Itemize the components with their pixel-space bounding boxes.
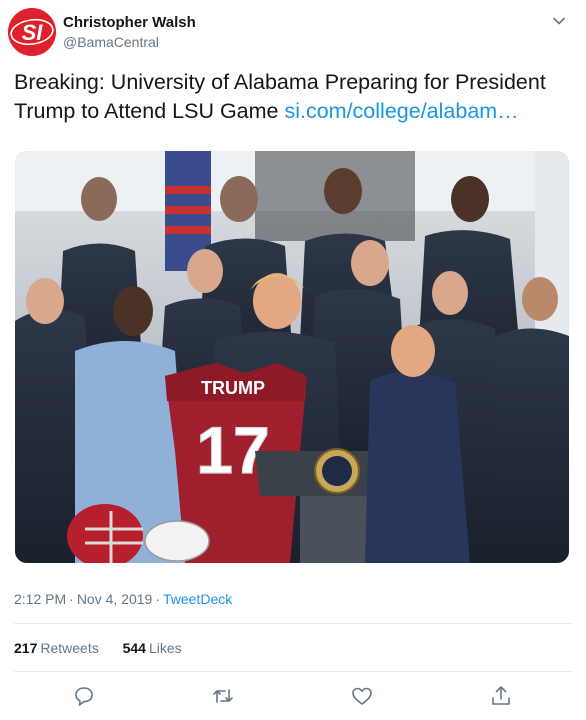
tweet-date[interactable]: Nov 4, 2019 bbox=[77, 591, 153, 607]
jersey-name-text: TRUMP bbox=[201, 378, 265, 398]
retweets-label: Retweets bbox=[40, 640, 99, 656]
author-avatar[interactable]: SI bbox=[8, 8, 56, 56]
tweet-source-link[interactable]: TweetDeck bbox=[163, 591, 232, 607]
likes-count: 544 bbox=[122, 640, 146, 656]
likes-label: Likes bbox=[148, 640, 182, 656]
likes-stat[interactable]: 544 Likes bbox=[123, 640, 182, 656]
retweet-icon[interactable] bbox=[211, 684, 235, 708]
retweets-count: 217 bbox=[14, 640, 38, 656]
author-block: Christopher Walsh @BamaCentral bbox=[63, 13, 196, 52]
football-graphic bbox=[144, 520, 210, 562]
meta-separator-2: · bbox=[155, 591, 160, 607]
retweets-stat[interactable]: 217 Retweets bbox=[14, 640, 99, 656]
tweet-text: Breaking: University of Alabama Preparin… bbox=[14, 68, 574, 126]
avatar-logo-text: SI bbox=[22, 20, 44, 45]
like-icon[interactable] bbox=[350, 684, 374, 708]
tweet-link[interactable]: si.com/college/alabam… bbox=[284, 99, 518, 123]
si-logo-icon: SI bbox=[8, 8, 56, 56]
divider-bottom bbox=[14, 671, 572, 672]
reply-icon[interactable] bbox=[72, 684, 96, 708]
divider-top bbox=[14, 623, 572, 624]
tweet-timestamp: 2:12 PM · Nov 4, 2019 · TweetDeck bbox=[14, 591, 232, 607]
tweet-card: SI Christopher Walsh @BamaCentral Breaki… bbox=[0, 0, 586, 720]
tweet-time[interactable]: 2:12 PM bbox=[14, 591, 66, 607]
author-handle[interactable]: @BamaCentral bbox=[63, 33, 196, 52]
author-name[interactable]: Christopher Walsh bbox=[63, 13, 196, 32]
tweet-actions bbox=[0, 684, 586, 710]
share-icon[interactable] bbox=[489, 684, 513, 708]
tweet-stats: 217 Retweets 544 Likes bbox=[14, 640, 202, 656]
meta-separator: · bbox=[69, 591, 74, 607]
tweet-photo[interactable]: TRUMP 17 bbox=[15, 151, 569, 563]
chevron-down-icon[interactable] bbox=[552, 14, 566, 28]
